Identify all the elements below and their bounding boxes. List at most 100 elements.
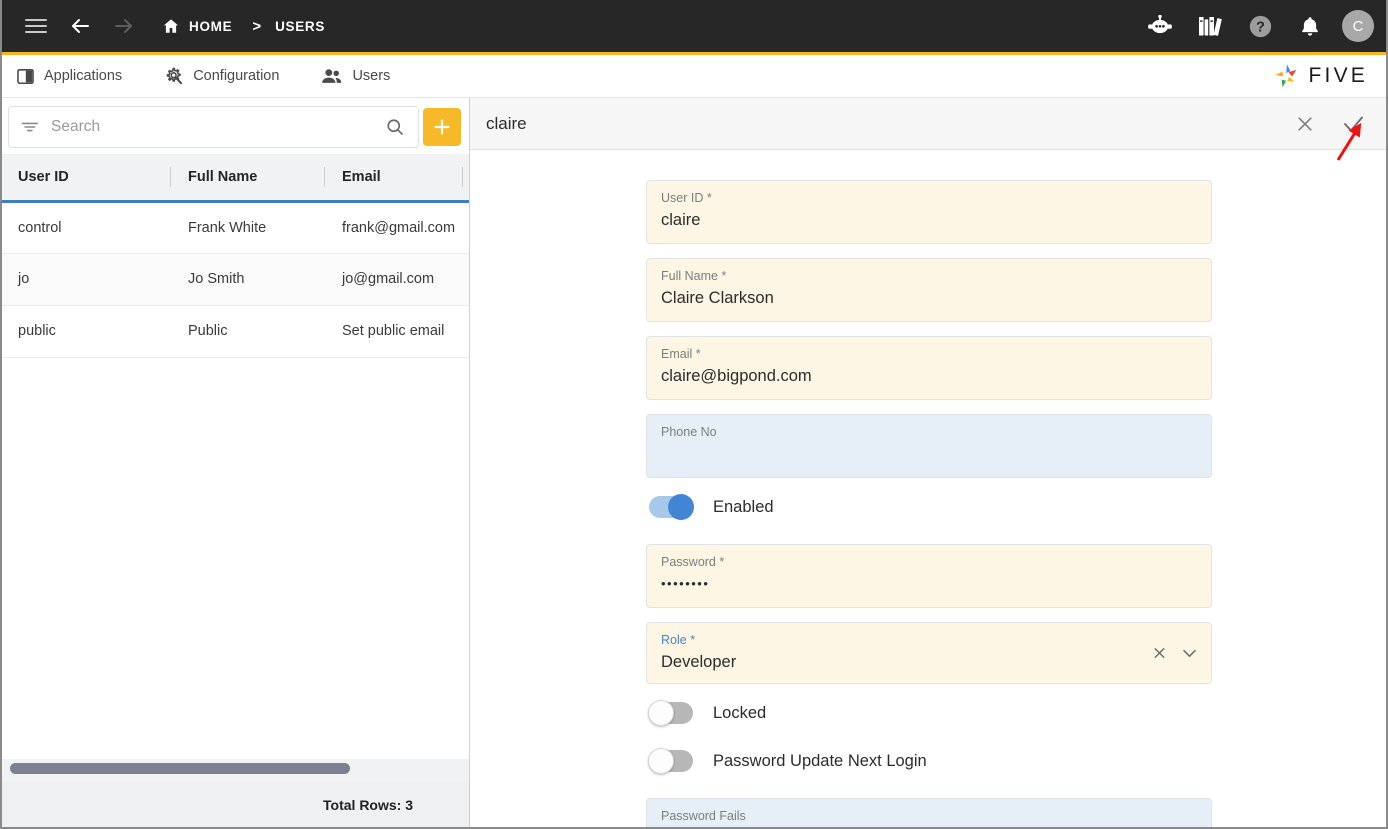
toggle-password-update-knob <box>648 748 674 774</box>
arrow-back-icon[interactable] <box>58 4 102 48</box>
five-brand-logo: FIVE <box>1272 62 1372 90</box>
table-row[interactable]: public Public Set public email <box>0 305 469 358</box>
field-email[interactable]: Email * claire@bigpond.com <box>646 336 1212 400</box>
field-user-id-value: claire <box>661 211 701 229</box>
total-rows-label: Total Rows: 3 <box>323 797 413 813</box>
form-scroll-area: User ID * claire Full Name * Claire Clar… <box>470 150 1388 829</box>
field-password-fails-label: Password Fails <box>661 809 746 823</box>
field-password-fails[interactable]: Password Fails 0 <box>646 798 1212 829</box>
scrollbar-thumb[interactable] <box>10 763 350 774</box>
column-header-full-name[interactable]: Full Name <box>170 154 324 203</box>
cell-user-id: jo <box>0 253 170 306</box>
chatbot-icon[interactable] <box>1138 4 1182 48</box>
column-header-email[interactable]: Email <box>324 154 462 203</box>
close-icon[interactable] <box>1288 107 1322 141</box>
cell-extra <box>462 201 469 254</box>
main-content: User ID Full Name Email control Frank Wh… <box>0 98 1388 829</box>
avatar[interactable]: C <box>1342 10 1374 42</box>
toggle-password-update-next-login-row: Password Update Next Login <box>648 748 1212 774</box>
field-phone-no-label: Phone No <box>661 425 717 439</box>
library-icon[interactable] <box>1188 4 1232 48</box>
field-password-label-text: Password <box>661 555 716 569</box>
top-nav-left-group: HOME > USERS <box>14 4 325 48</box>
clear-x-icon[interactable] <box>1151 645 1168 662</box>
tab-bar: Applications Configuration Users FIVE <box>0 55 1388 98</box>
tab-applications-label: Applications <box>44 68 123 84</box>
cell-full-name: Jo Smith <box>170 253 324 306</box>
list-footer: Total Rows: 3 <box>0 781 469 829</box>
field-full-name-label-text: Full Name <box>661 269 718 283</box>
add-user-button[interactable] <box>423 108 461 146</box>
form-fields: User ID * claire Full Name * Claire Clar… <box>646 180 1212 829</box>
field-role-adornments <box>1151 644 1199 663</box>
field-full-name-value: Claire Clarkson <box>661 289 774 307</box>
tab-users-label: Users <box>352 68 391 84</box>
configuration-gear-icon <box>166 67 183 85</box>
avatar-initial: C <box>1352 17 1364 35</box>
field-email-label: Email * <box>661 347 701 361</box>
field-password[interactable]: Password * •••••••• <box>646 544 1212 608</box>
cell-email: Set public email <box>324 305 462 358</box>
column-header-extra[interactable] <box>462 154 469 203</box>
cell-full-name: Public <box>170 305 324 358</box>
toggle-enabled[interactable] <box>649 494 694 520</box>
search-input[interactable] <box>51 118 378 136</box>
arrow-forward-icon[interactable] <box>102 4 146 48</box>
tab-configuration-label: Configuration <box>193 68 280 84</box>
tab-users[interactable]: Users <box>321 67 390 86</box>
users-list-panel: User ID Full Name Email control Frank Wh… <box>0 98 470 829</box>
breadcrumb-item-home[interactable]: HOME <box>156 17 238 35</box>
top-nav-actions: ? C <box>1138 4 1374 48</box>
toggle-locked-row: Locked <box>648 700 1212 726</box>
toggle-locked[interactable] <box>648 700 693 726</box>
field-full-name[interactable]: Full Name * Claire Clarkson <box>646 258 1212 322</box>
search-icon[interactable] <box>378 110 412 144</box>
breadcrumb-separator: > <box>252 17 262 35</box>
cell-email: frank@gmail.com <box>324 201 462 254</box>
user-form-panel: claire User ID * claire Full Name * Clai… <box>470 98 1388 829</box>
chevron-down-icon[interactable] <box>1180 644 1199 663</box>
horizontal-scrollbar[interactable] <box>0 759 469 781</box>
breadcrumb-home-label: HOME <box>189 18 233 34</box>
five-logo-icon <box>1274 64 1296 88</box>
toggle-locked-label: Locked <box>713 703 767 722</box>
column-header-user-id[interactable]: User ID <box>0 154 170 203</box>
breadcrumb-item-users[interactable]: USERS <box>275 19 325 34</box>
applications-icon <box>17 68 34 84</box>
form-header: claire <box>470 98 1388 150</box>
table-row[interactable]: jo Jo Smith jo@gmail.com <box>0 253 469 306</box>
users-table: User ID Full Name Email control Frank Wh… <box>0 154 469 358</box>
hamburger-menu-icon[interactable] <box>14 4 58 48</box>
application-window: HOME > USERS ? C Applications Configurat… <box>0 0 1388 829</box>
field-email-value: claire@bigpond.com <box>661 367 812 385</box>
toggle-locked-knob <box>648 700 674 726</box>
toggle-password-update-next-login-label: Password Update Next Login <box>713 751 927 770</box>
tab-applications[interactable]: Applications <box>16 67 122 86</box>
plus-icon <box>434 119 450 135</box>
table-empty-space <box>0 357 469 759</box>
table-row[interactable]: control Frank White frank@gmail.com <box>0 201 469 254</box>
search-box[interactable] <box>8 106 419 148</box>
field-phone-no[interactable]: Phone No <box>646 414 1212 478</box>
field-phone-no-value <box>661 442 1197 466</box>
field-password-label: Password * <box>661 555 725 569</box>
scrollbar-track[interactable] <box>10 763 461 774</box>
tab-configuration[interactable]: Configuration <box>164 66 279 86</box>
form-header-actions <box>1288 107 1370 141</box>
toggle-enabled-row: Enabled <box>649 494 1212 520</box>
field-user-id-label-text: User ID <box>661 191 704 205</box>
field-password-value: •••••••• <box>661 576 710 591</box>
field-role[interactable]: Role * Developer <box>646 622 1212 684</box>
form-title: claire <box>486 113 527 133</box>
field-user-id[interactable]: User ID * claire <box>646 180 1212 244</box>
filter-icon <box>21 122 39 132</box>
field-full-name-label: Full Name * <box>661 269 727 283</box>
field-email-label-text: Email <box>661 347 693 361</box>
tab-bar-container: Applications Configuration Users FIVE <box>0 52 1388 98</box>
help-icon[interactable]: ? <box>1238 4 1282 48</box>
toggle-password-update-next-login[interactable] <box>648 748 693 774</box>
notifications-icon[interactable] <box>1288 4 1332 48</box>
hamburger-lines <box>25 19 47 33</box>
users-table-body: control Frank White frank@gmail.com jo J… <box>0 201 469 358</box>
checkmark-save-icon[interactable] <box>1336 107 1370 141</box>
